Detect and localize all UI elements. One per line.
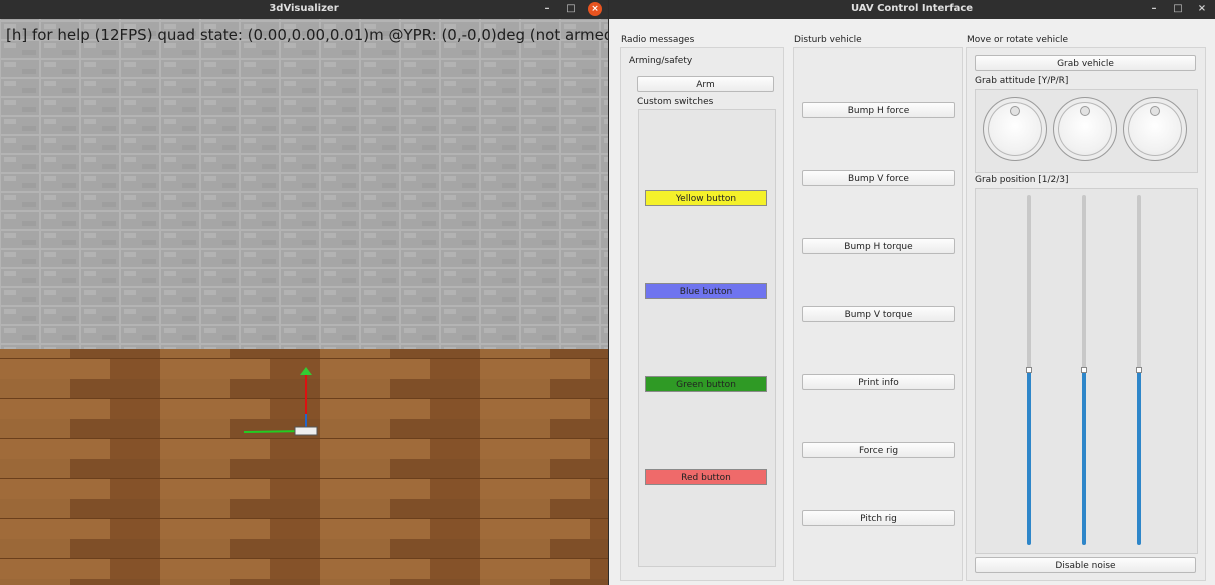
yaw-dial[interactable] xyxy=(983,97,1047,161)
floor-texture xyxy=(0,349,608,585)
disable-noise-button[interactable]: Disable noise xyxy=(975,557,1196,573)
grab-position-label: Grab position [1/2/3] xyxy=(975,175,1069,185)
roll-dial-notch xyxy=(1150,106,1160,116)
pitch-dial-notch xyxy=(1080,106,1090,116)
arm-button[interactable]: Arm xyxy=(637,76,774,92)
force-rig-button[interactable]: Force rig xyxy=(802,442,955,458)
minimize-button[interactable]: – xyxy=(1147,2,1161,16)
wall-texture xyxy=(0,19,608,349)
control-title: UAV Control Interface xyxy=(850,3,974,14)
bump-v-force-button[interactable]: Bump V force xyxy=(802,170,955,186)
custom-switches-label: Custom switches xyxy=(637,97,714,107)
control-titlebar[interactable]: UAV Control Interface – □ × xyxy=(609,0,1215,19)
close-button[interactable]: × xyxy=(588,2,602,16)
maximize-button[interactable]: □ xyxy=(1171,2,1185,16)
bump-h-force-button[interactable]: Bump H force xyxy=(802,102,955,118)
position-slider-3[interactable] xyxy=(1136,195,1142,545)
minimize-button[interactable]: – xyxy=(540,2,554,16)
3d-scene-viewport[interactable] xyxy=(0,19,608,585)
green-button[interactable]: Green button xyxy=(645,376,767,392)
arming-safety-label: Arming/safety xyxy=(629,56,693,66)
position-slider-1[interactable] xyxy=(1026,195,1032,545)
visualizer-status-text: [h] for help (12FPS) quad state: (0.00,0… xyxy=(6,26,608,44)
custom-switches-panel xyxy=(638,109,776,567)
grab-attitude-label: Grab attitude [Y/P/R] xyxy=(975,76,1069,86)
pitch-dial[interactable] xyxy=(1053,97,1117,161)
slider-handle[interactable] xyxy=(1136,367,1142,373)
slider-handle[interactable] xyxy=(1081,367,1087,373)
slider-fill xyxy=(1082,370,1086,545)
position-slider-2[interactable] xyxy=(1081,195,1087,545)
bump-v-torque-button[interactable]: Bump V torque xyxy=(802,306,955,322)
grab-vehicle-button[interactable]: Grab vehicle xyxy=(975,55,1196,71)
slider-handle[interactable] xyxy=(1026,367,1032,373)
maximize-button[interactable]: □ xyxy=(564,2,578,16)
yaw-dial-notch xyxy=(1010,106,1020,116)
roll-dial[interactable] xyxy=(1123,97,1187,161)
close-button[interactable]: × xyxy=(1195,2,1209,16)
slider-fill xyxy=(1027,370,1031,545)
print-info-button[interactable]: Print info xyxy=(802,374,955,390)
bump-h-torque-button[interactable]: Bump H torque xyxy=(802,238,955,254)
red-button[interactable]: Red button xyxy=(645,469,767,485)
yellow-button[interactable]: Yellow button xyxy=(645,190,767,206)
move-rotate-heading: Move or rotate vehicle xyxy=(967,35,1069,45)
radio-messages-heading: Radio messages xyxy=(621,35,695,45)
slider-fill xyxy=(1137,370,1141,545)
visualizer-title: 3dVisualizer xyxy=(269,3,339,14)
visualizer-window: 3dVisualizer – □ × [h] for help (12FPS) … xyxy=(0,0,608,585)
disturb-vehicle-heading: Disturb vehicle xyxy=(794,35,862,45)
visualizer-titlebar[interactable]: 3dVisualizer – □ × xyxy=(0,0,608,19)
pitch-rig-button[interactable]: Pitch rig xyxy=(802,510,955,526)
blue-button[interactable]: Blue button xyxy=(645,283,767,299)
